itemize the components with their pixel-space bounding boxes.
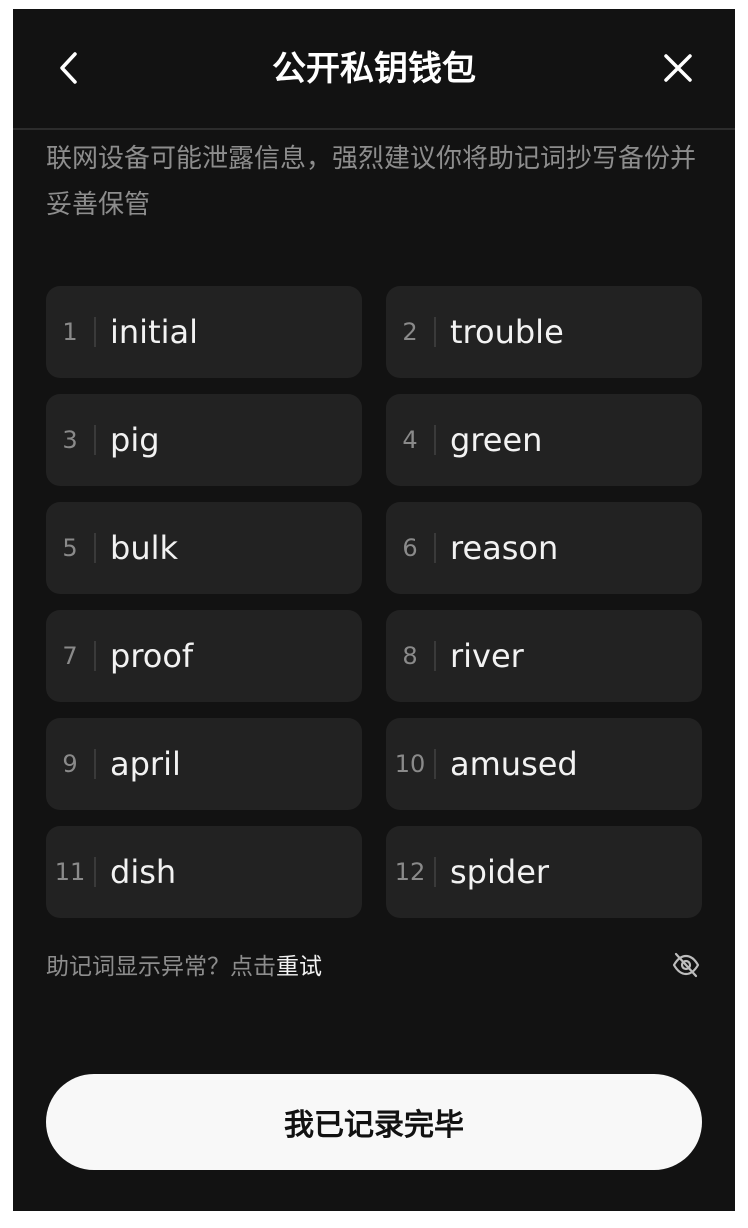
word-index: 3 (62, 426, 78, 454)
mnemonic-word-7[interactable]: 7 proof (46, 610, 362, 702)
toggle-visibility-button[interactable] (665, 947, 707, 987)
word-index: 11 (54, 858, 86, 886)
mnemonic-word-6[interactable]: 6 reason (386, 502, 702, 594)
mnemonic-word-3[interactable]: 3 pig (46, 394, 362, 486)
word-text: amused (450, 745, 578, 783)
mnemonic-word-4[interactable]: 4 green (386, 394, 702, 486)
mnemonic-word-1[interactable]: 1 initial (46, 286, 362, 378)
word-text: trouble (450, 313, 564, 351)
word-separator (434, 425, 436, 455)
word-index: 4 (402, 426, 418, 454)
display-issue-hint: 助记词显示异常？点击重试 (46, 947, 322, 987)
page-title: 公开私钥钱包 (272, 49, 476, 89)
mnemonic-word-2[interactable]: 2 trouble (386, 286, 702, 378)
word-separator (434, 317, 436, 347)
word-index: 1 (62, 318, 78, 346)
word-separator (434, 749, 436, 779)
word-text: pig (110, 421, 160, 459)
screen: 公开私钥钱包 联网设备可能泄露信息，强烈建议你将助记词抄写备份并妥善保管 1 i… (13, 9, 735, 1211)
word-index: 2 (402, 318, 418, 346)
word-index: 12 (394, 858, 426, 886)
word-text: initial (110, 313, 198, 351)
word-separator (94, 425, 96, 455)
mnemonic-word-5[interactable]: 5 bulk (46, 502, 362, 594)
word-text: dish (110, 853, 177, 891)
mnemonic-word-10[interactable]: 10 amused (386, 718, 702, 810)
mnemonic-word-11[interactable]: 11 dish (46, 826, 362, 918)
word-text: reason (450, 529, 559, 567)
word-separator (94, 857, 96, 887)
close-button[interactable] (653, 45, 703, 95)
word-text: green (450, 421, 543, 459)
word-separator (94, 533, 96, 563)
word-separator (434, 641, 436, 671)
retry-link[interactable]: 重试 (276, 954, 322, 980)
word-index: 7 (62, 642, 78, 670)
mnemonic-word-8[interactable]: 8 river (386, 610, 702, 702)
backup-warning-text: 联网设备可能泄露信息，强烈建议你将助记词抄写备份并妥善保管 (46, 144, 697, 220)
close-icon (663, 53, 693, 87)
word-index: 6 (402, 534, 418, 562)
word-separator (94, 749, 96, 779)
word-text: river (450, 637, 524, 675)
chevron-left-icon (56, 50, 80, 90)
word-text: spider (450, 853, 550, 891)
back-button[interactable] (43, 45, 93, 95)
word-index: 10 (394, 750, 426, 778)
word-text: april (110, 745, 181, 783)
word-text: bulk (110, 529, 179, 567)
mnemonic-word-9[interactable]: 9 april (46, 718, 362, 810)
confirm-recorded-button[interactable]: 我已记录完毕 (46, 1074, 702, 1170)
word-index: 5 (62, 534, 78, 562)
word-separator (94, 317, 96, 347)
mnemonic-grid: 1 initial 2 trouble 3 pig 4 green 5 bulk… (46, 286, 702, 918)
mnemonic-word-12[interactable]: 12 spider (386, 826, 702, 918)
word-separator (94, 641, 96, 671)
top-bar: 公开私钥钱包 (13, 9, 735, 129)
word-text: proof (110, 637, 194, 675)
eye-off-icon (671, 952, 701, 982)
word-separator (434, 533, 436, 563)
hint-text: 助记词显示异常？点击 (46, 954, 276, 980)
word-index: 9 (62, 750, 78, 778)
header-divider (13, 128, 735, 130)
word-index: 8 (402, 642, 418, 670)
word-separator (434, 857, 436, 887)
